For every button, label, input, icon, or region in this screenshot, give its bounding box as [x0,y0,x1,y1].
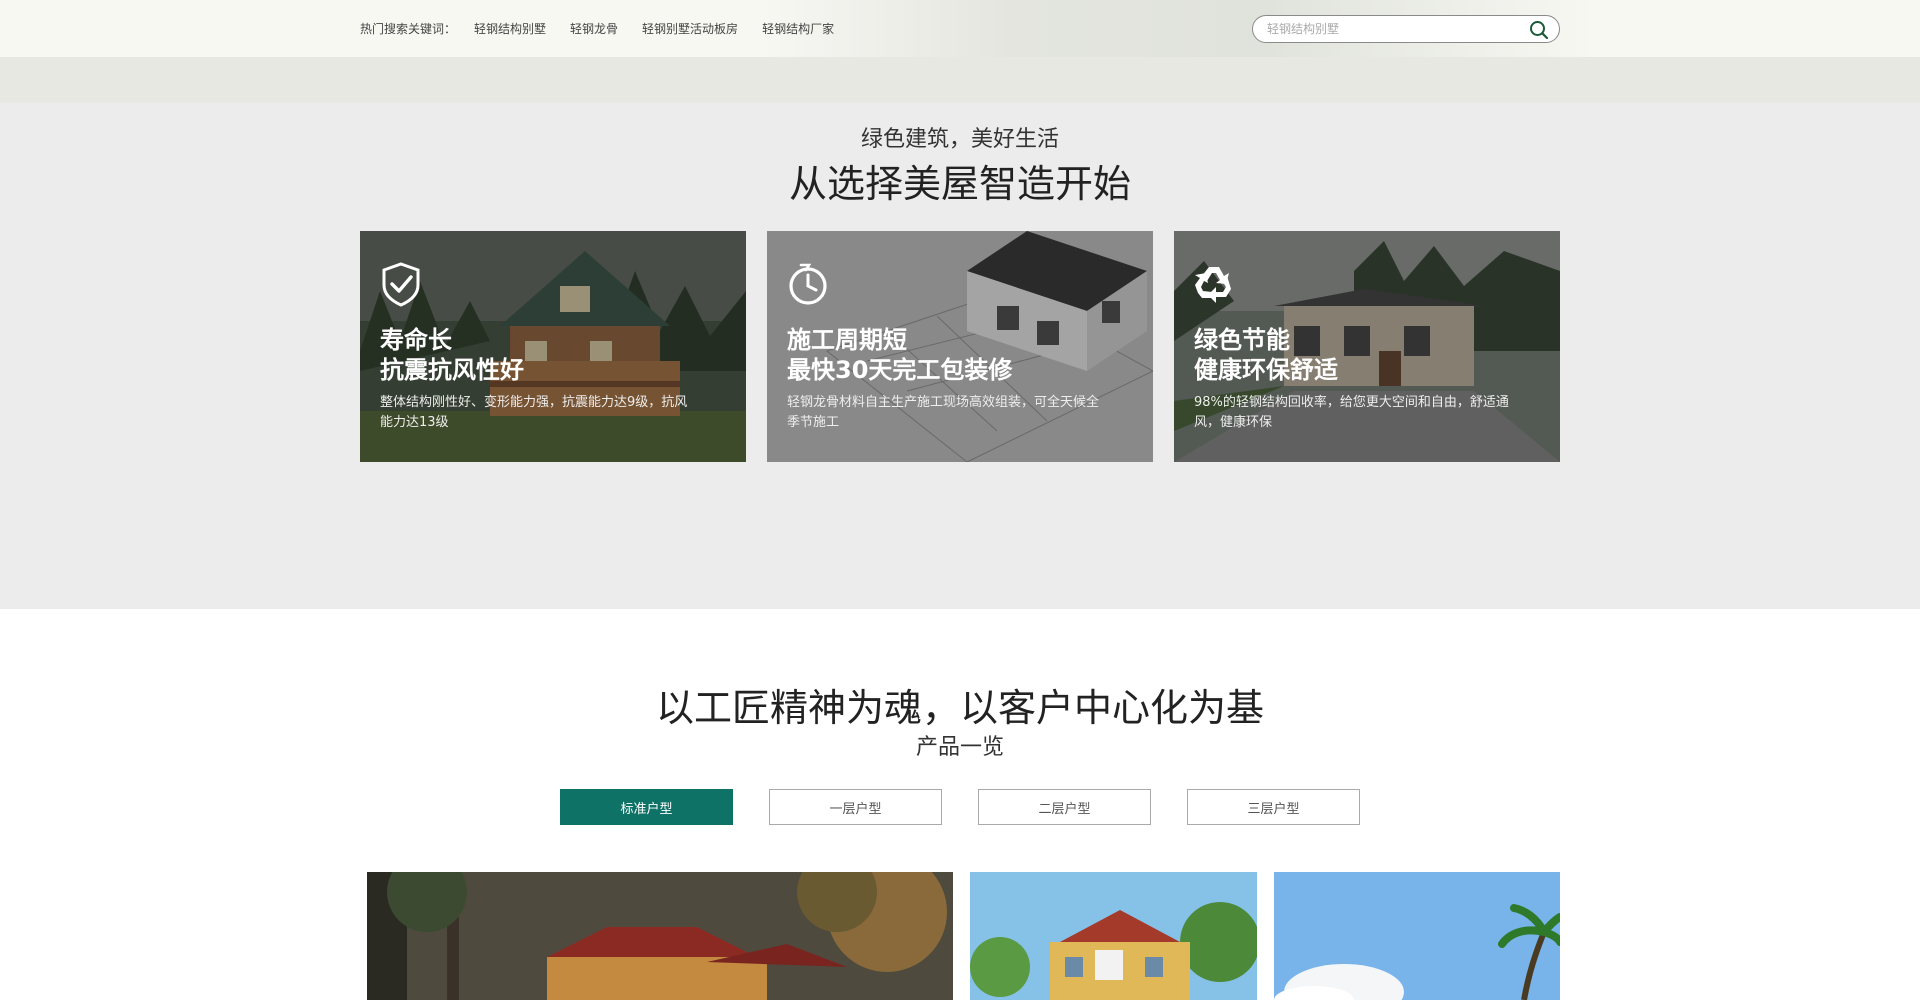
tab-two-floor[interactable]: 二层户型 [978,789,1151,825]
top-bar: 热门搜索关键词： 轻钢结构别墅 轻钢龙骨 轻钢别墅活动板房 轻钢结构厂家 [0,0,1920,57]
card-description: 整体结构刚性好、变形能力强，抗震能力达9级，抗风能力达13级 [380,395,688,430]
card-description: 轻钢龙骨材料自主生产施工现场高效组装，可全天候全季节施工 [787,395,1100,430]
card-heading: 寿命长 抗震抗风性好 [380,325,524,385]
card-heading-line: 施工周期短 [787,326,907,354]
product-photo [970,872,1257,1000]
product-photo [367,872,953,1000]
hot-keyword-link[interactable]: 轻钢别墅活动板房 [642,20,738,37]
card-heading-line: 绿色节能 [1194,326,1290,354]
card-heading: 施工周期短 最快30天完工包装修 [787,325,1012,385]
features-subtitle: 绿色建筑，美好生活 [860,127,1059,152]
hot-keywords-label: 热门搜索关键词： [360,22,457,36]
card-heading-line: 健康环保舒适 [1194,356,1338,384]
products-section: 以工匠精神为魂，以客户中心化为基 产品一览 标准户型 一层户型 二层户型 三层户… [0,683,1920,825]
search-input[interactable] [1253,20,1509,37]
card-heading: 绿色节能 健康环保舒适 [1194,325,1338,385]
hot-keywords: 热门搜索关键词： 轻钢结构别墅 轻钢龙骨 轻钢别墅活动板房 轻钢结构厂家 [360,20,858,37]
product-card[interactable] [1274,872,1560,1000]
search-icon[interactable] [1529,20,1549,40]
feature-card-lifespan[interactable]: 寿命长 抗震抗风性好 整体结构刚性好、变形能力强，抗震能力达9级，抗风能力达13… [360,231,746,462]
features-title: 从选择美屋智造开始 [788,162,1131,206]
hot-keyword-link[interactable]: 轻钢龙骨 [570,20,618,37]
product-card[interactable] [970,872,1257,1000]
feature-card-green[interactable]: 绿色节能 健康环保舒适 98%的轻钢结构回收率，给您更大空间和自由，舒适通风，健… [1174,231,1560,462]
features-section: 绿色建筑，美好生活 从选择美屋智造开始 寿命长 抗震抗风性好 整体结构刚性好、变… [0,103,1920,609]
search-box [1252,14,1560,43]
feature-card-construction[interactable]: 施工周期短 最快30天完工包装修 轻钢龙骨材料自主生产施工现场高效组装，可全天候… [767,231,1153,462]
tab-standard[interactable]: 标准户型 [560,789,733,825]
card-description: 98%的轻钢结构回收率，给您更大空间和自由，舒适通风，健康环保 [1194,395,1509,430]
product-photo [1274,872,1560,1000]
products-title: 以工匠精神为魂，以客户中心化为基 [655,686,1264,730]
shield-check-icon [382,262,420,307]
card-heading-line: 最快30天完工包装修 [787,356,1013,384]
feature-cards: 寿命长 抗震抗风性好 整体结构刚性好、变形能力强，抗震能力达9级，抗风能力达13… [360,231,1560,462]
card-heading-line: 抗震抗风性好 [380,356,524,384]
tab-one-floor[interactable]: 一层户型 [769,789,942,825]
product-tabs: 标准户型 一层户型 二层户型 三层户型 [0,789,1920,825]
decorative-stripe [0,57,1920,103]
hot-keyword-link[interactable]: 轻钢结构厂家 [762,20,834,37]
products-subtitle: 产品一览 [915,735,1004,760]
card-heading-line: 寿命长 [380,326,452,354]
clock-icon [789,263,827,305]
tab-three-floor[interactable]: 三层户型 [1187,789,1360,825]
recycle-icon [1195,267,1231,303]
product-card-large[interactable] [367,872,953,1000]
product-grid [0,872,1920,1000]
hot-keyword-link[interactable]: 轻钢结构别墅 [474,20,546,37]
